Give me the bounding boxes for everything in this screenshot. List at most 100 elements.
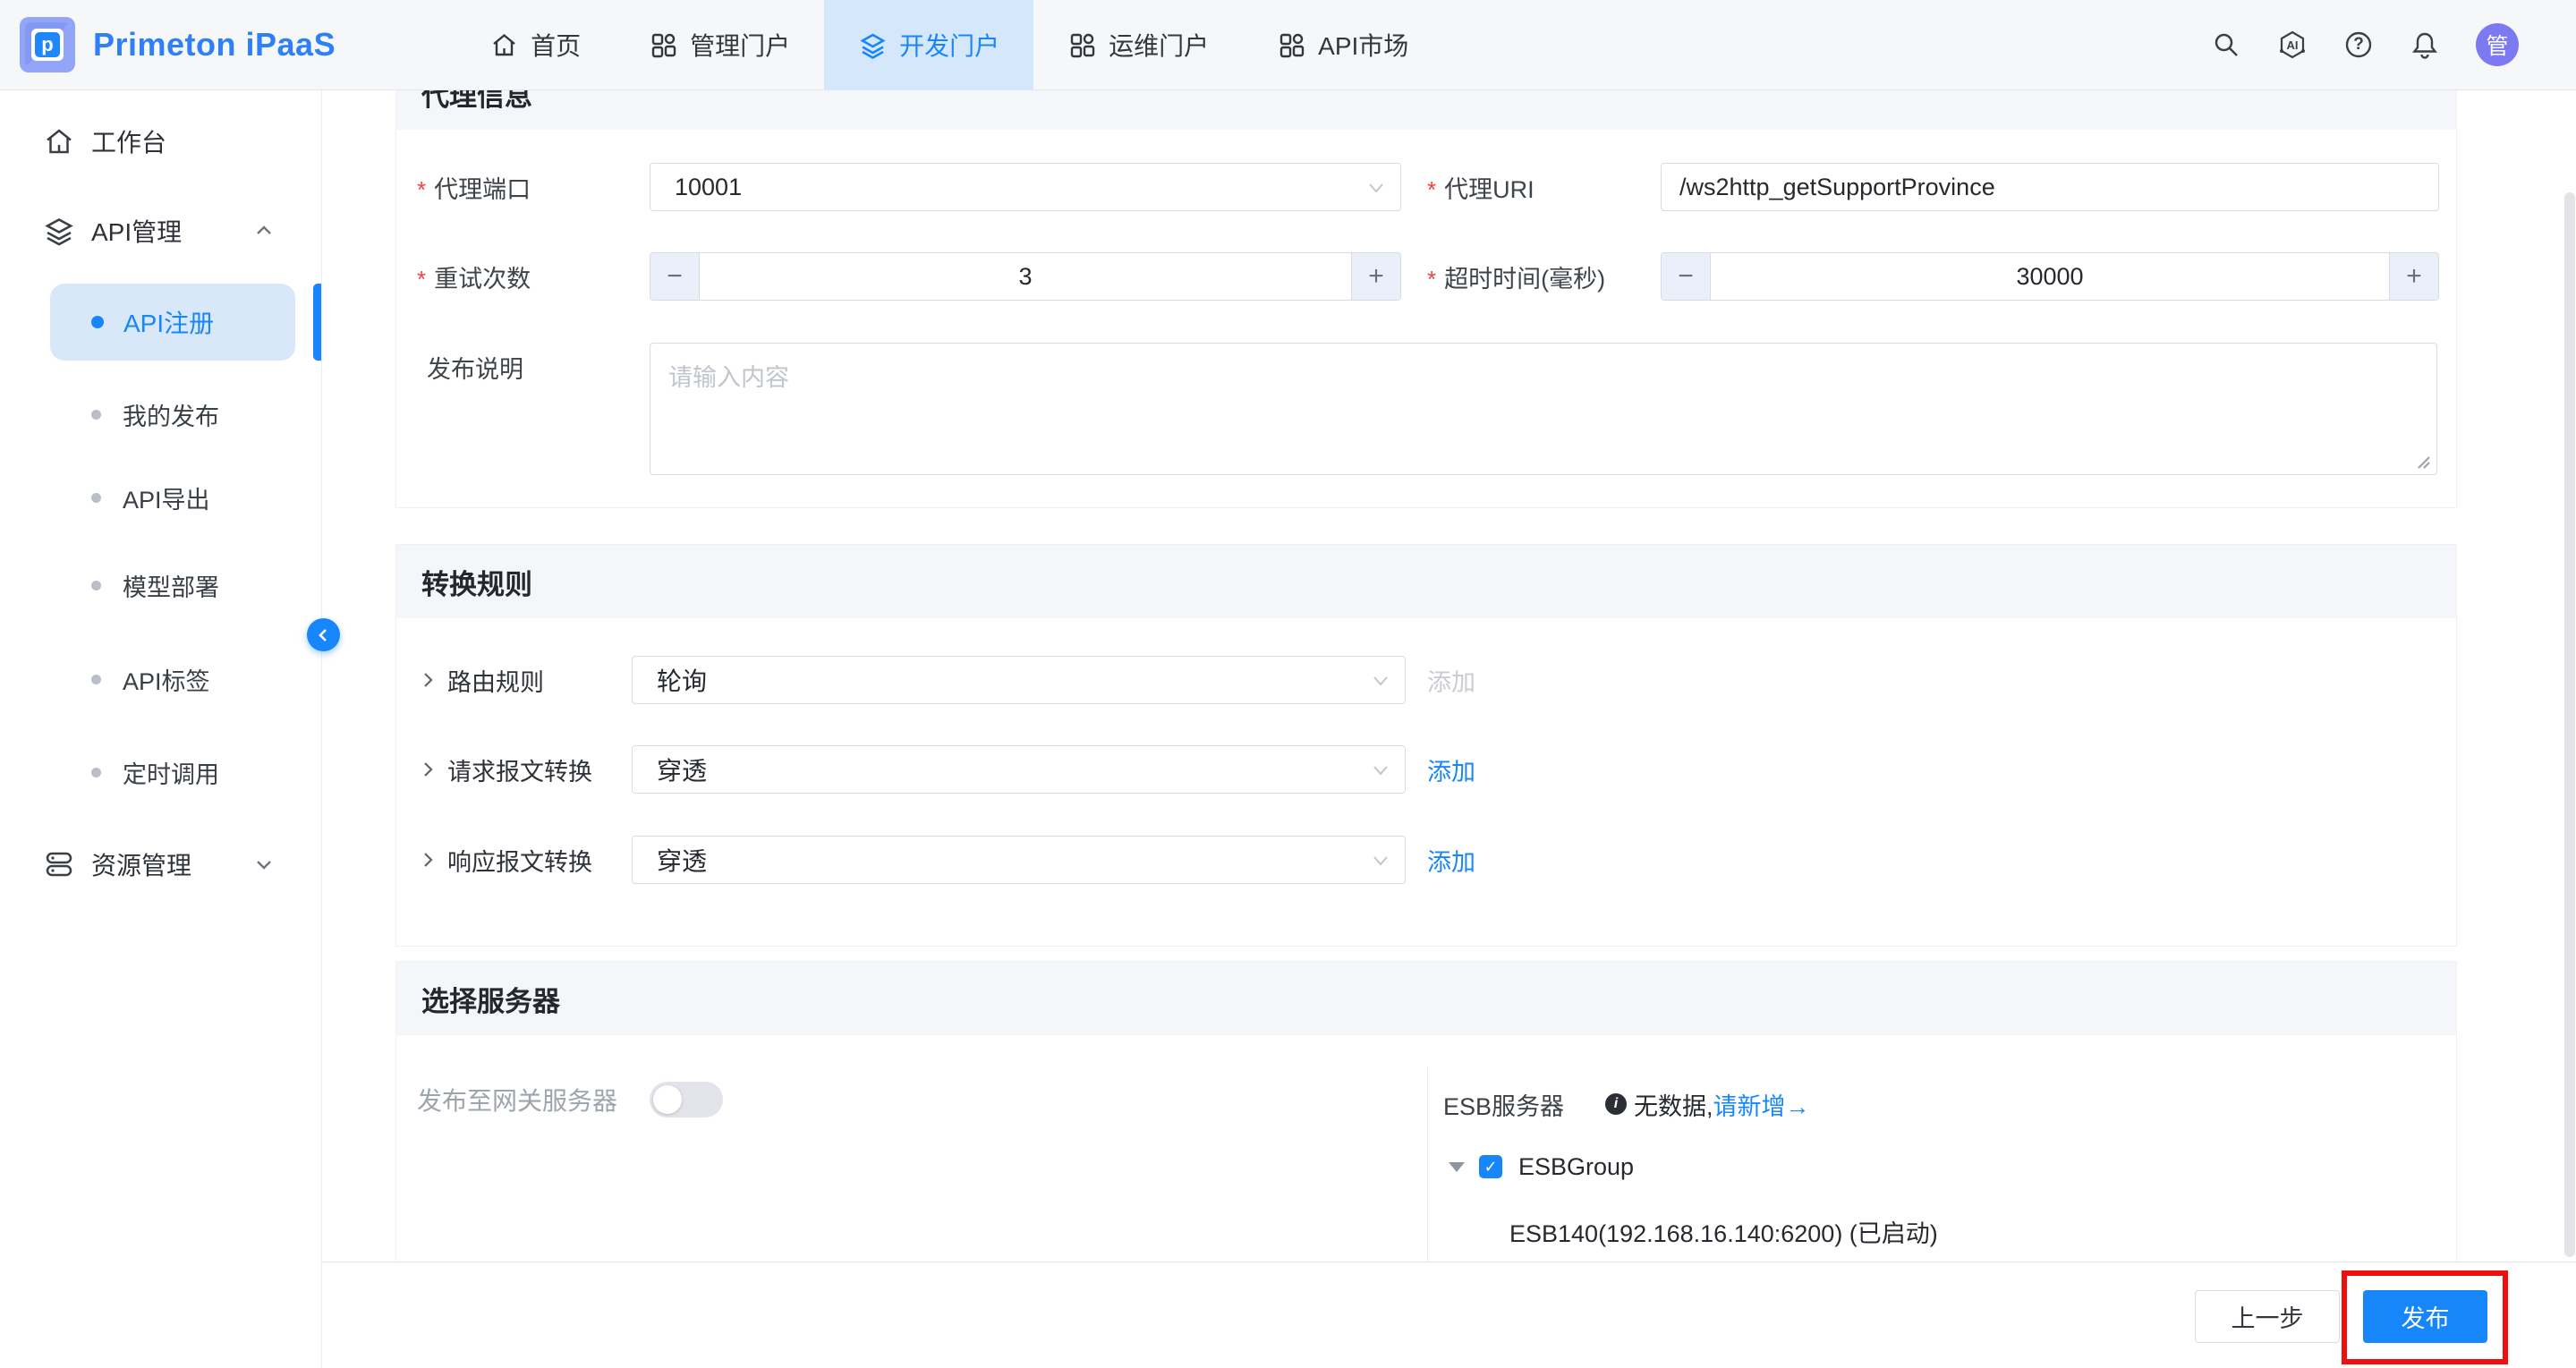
response-transform-value: 穿透 xyxy=(633,842,707,878)
select-server-section: 选择服务器 发布至网关服务器 ESB服务器 i 无数据, 请新增→ ✓ ESBG… xyxy=(395,961,2457,1263)
bullet-dot-icon xyxy=(91,768,101,777)
server-icon xyxy=(43,848,75,880)
expand-chevron-icon[interactable] xyxy=(419,836,438,884)
chevron-down-icon xyxy=(1366,178,1386,198)
required-asterisk: * xyxy=(1427,266,1436,293)
search-icon[interactable] xyxy=(2211,30,2241,60)
add-routing-rule-link: 添加 xyxy=(1427,656,1475,704)
chevron-down-icon xyxy=(1371,851,1390,871)
layers-icon xyxy=(43,215,75,247)
sidebar-group-api-management[interactable]: API管理 xyxy=(0,195,321,267)
grid-icon xyxy=(649,30,678,60)
add-response-transform-link[interactable]: 添加 xyxy=(1427,836,1475,884)
request-transform-value: 穿透 xyxy=(633,752,707,787)
nav-item-ops-portal[interactable]: 运维门户 xyxy=(1033,0,1243,90)
expand-chevron-icon[interactable] xyxy=(419,745,438,794)
top-navbar: p Primeton iPaaS 首页 管理门户 开发门户 运维门户 API市场 xyxy=(0,0,2576,90)
sidebar-item-api-register[interactable]: API注册 xyxy=(50,284,295,361)
decrement-button[interactable]: − xyxy=(1662,253,1711,300)
proxy-info-section: 代理信息 * 代理端口 10001 * 代理URI * 重试次数 − 3 + *… xyxy=(395,55,2457,508)
proxy-uri-label: * 代理URI xyxy=(1427,163,1535,211)
nav-item-home[interactable]: 首页 xyxy=(455,0,615,90)
logo-icon: p xyxy=(20,17,75,72)
previous-step-button[interactable]: 上一步 xyxy=(2195,1290,2340,1343)
notification-bell-icon[interactable] xyxy=(2410,30,2440,60)
esb-node-item[interactable]: ESB140(192.168.16.140:6200) (已启动) xyxy=(1509,1214,1938,1249)
esb-group-row: ✓ ESBGroup xyxy=(1449,1149,1634,1185)
chevron-down-icon xyxy=(253,854,275,875)
user-avatar[interactable]: 管 xyxy=(2476,23,2519,66)
required-asterisk: * xyxy=(417,266,426,293)
home-icon xyxy=(43,125,75,157)
esb-group-name[interactable]: ESBGroup xyxy=(1518,1153,1634,1181)
brand-name: Primeton iPaaS xyxy=(93,26,336,64)
routing-rule-select[interactable]: 轮询 xyxy=(632,656,1406,704)
sidebar-item-scheduled-calls[interactable]: 定时调用 xyxy=(0,736,321,808)
gateway-server-toggle[interactable] xyxy=(650,1082,723,1117)
layers-icon xyxy=(858,30,888,60)
sidebar-item-workbench[interactable]: 工作台 xyxy=(0,106,321,177)
gateway-server-toggle-label: 发布至网关服务器 xyxy=(417,1075,617,1124)
chevron-left-icon xyxy=(315,626,333,644)
routing-rule-value: 轮询 xyxy=(633,662,707,698)
bullet-dot-icon xyxy=(91,316,104,328)
increment-button[interactable]: + xyxy=(2389,253,2438,300)
publish-button[interactable]: 发布 xyxy=(2363,1290,2487,1343)
sidebar-group-resource-management[interactable]: 资源管理 xyxy=(0,828,321,900)
esb-group-checkbox[interactable]: ✓ xyxy=(1479,1155,1502,1178)
required-asterisk: * xyxy=(417,176,426,204)
sidebar-item-model-deploy[interactable]: 模型部署 xyxy=(0,549,321,621)
request-transform-select[interactable]: 穿透 xyxy=(632,745,1406,794)
grid-icon xyxy=(1067,30,1097,60)
vertical-scrollbar[interactable] xyxy=(2564,192,2575,1257)
home-icon xyxy=(489,30,519,60)
timeout-label: * 超时时间(毫秒) xyxy=(1427,252,1605,301)
bullet-dot-icon xyxy=(91,410,101,420)
nav-item-api-market[interactable]: API市场 xyxy=(1243,0,1442,90)
vertical-divider xyxy=(1427,1067,1428,1262)
decrement-button[interactable]: − xyxy=(650,253,700,300)
release-notes-textarea[interactable] xyxy=(650,343,2437,475)
brand[interactable]: p Primeton iPaaS xyxy=(0,17,336,72)
timeout-stepper: − 30000 + xyxy=(1661,252,2439,301)
increment-button[interactable]: + xyxy=(1351,253,1400,300)
bullet-dot-icon xyxy=(91,675,101,684)
sidebar-item-api-tags[interactable]: API标签 xyxy=(0,643,321,715)
transform-rules-section: 转换规则 路由规则 轮询 添加 请求报文转换 穿透 添加 响应报文转换 穿透 xyxy=(395,544,2457,947)
retry-count-value[interactable]: 3 xyxy=(700,253,1351,300)
sidebar-item-my-releases[interactable]: 我的发布 xyxy=(0,378,321,450)
response-transform-label: 响应报文转换 xyxy=(447,836,592,884)
ai-assistant-icon[interactable]: AI xyxy=(2277,30,2308,60)
navbar-right-tools: AI ? 管 xyxy=(2211,23,2576,66)
response-transform-select[interactable]: 穿透 xyxy=(632,836,1406,884)
add-request-transform-link[interactable]: 添加 xyxy=(1427,745,1475,794)
chevron-down-icon xyxy=(1371,671,1390,691)
no-data-text: 无数据, xyxy=(1634,1087,1713,1122)
info-icon: i xyxy=(1605,1093,1627,1115)
esb-server-label: ESB服务器 xyxy=(1443,1087,1564,1122)
select-server-section-title: 选择服务器 xyxy=(396,962,2456,1035)
chevron-up-icon xyxy=(253,220,275,242)
required-asterisk: * xyxy=(1427,176,1436,204)
expand-chevron-icon[interactable] xyxy=(419,656,438,704)
proxy-port-value: 10001 xyxy=(650,174,742,201)
bullet-dot-icon xyxy=(91,581,101,591)
nav-item-management-portal[interactable]: 管理门户 xyxy=(615,0,824,90)
footer-action-bar: 上一步 发布 xyxy=(322,1262,2576,1368)
nav-item-dev-portal[interactable]: 开发门户 xyxy=(824,0,1033,90)
sidebar: 工作台 API管理 API注册 我的发布 API导出 模型部署 API标签 定时… xyxy=(0,90,322,1368)
logo-letter: p xyxy=(35,32,60,57)
timeout-value[interactable]: 30000 xyxy=(1711,253,2389,300)
proxy-uri-input[interactable] xyxy=(1661,163,2439,211)
active-item-indicator xyxy=(313,284,321,361)
help-icon[interactable]: ? xyxy=(2343,30,2374,60)
request-transform-label: 请求报文转换 xyxy=(447,745,592,794)
proxy-port-select[interactable]: 10001 xyxy=(650,163,1401,211)
sidebar-collapse-button[interactable] xyxy=(307,618,340,651)
sidebar-item-api-export[interactable]: API导出 xyxy=(0,462,321,533)
tree-caret-down-icon[interactable] xyxy=(1449,1162,1465,1172)
retry-count-stepper: − 3 + xyxy=(650,252,1401,301)
add-new-server-link[interactable]: 请新增→ xyxy=(1713,1087,1810,1122)
chevron-down-icon xyxy=(1371,760,1390,780)
retry-count-label: * 重试次数 xyxy=(417,252,531,301)
